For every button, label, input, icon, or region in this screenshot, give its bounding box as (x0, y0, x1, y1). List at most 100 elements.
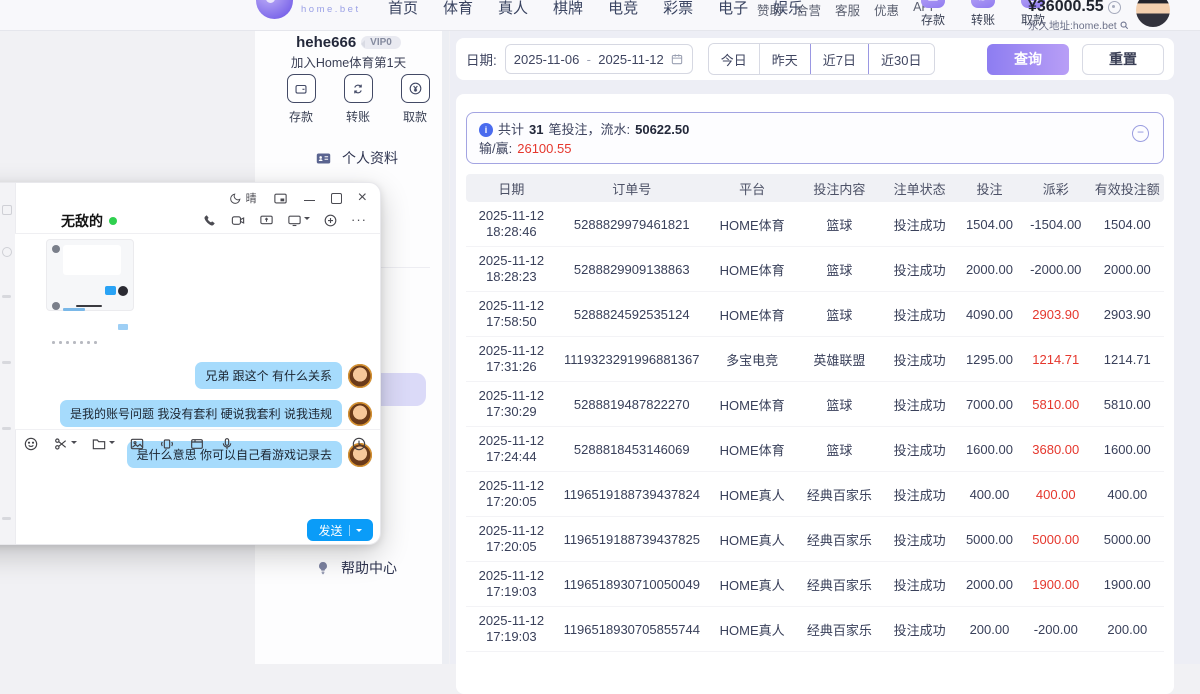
topbar-deposit-button[interactable]: 存款 (914, 0, 952, 28)
emoji-icon[interactable] (23, 436, 39, 452)
range-button-2[interactable]: 近7日 (810, 44, 868, 74)
minimize-icon[interactable] (304, 200, 315, 202)
reset-button[interactable]: 重置 (1082, 44, 1164, 75)
nav-item-0[interactable]: 首页 (388, 0, 418, 18)
rail-glyph (2, 295, 11, 298)
cell-payout: 1900.00 (1021, 577, 1091, 592)
moon-icon (229, 192, 242, 205)
cell-order-number: 5288829909138863 (557, 262, 707, 277)
image-icon[interactable] (129, 436, 145, 452)
cell-order-number: 1119323291996881367 (557, 352, 707, 367)
cell-valid-bet: 2000.00 (1091, 262, 1164, 277)
range-button-0[interactable]: 今日 (709, 44, 759, 74)
permanent-domain-note[interactable]: 永久地址:home.bet (1028, 18, 1130, 33)
calendar-icon (670, 52, 684, 66)
bet-table-body: 2025-11-1218:28:465288829979461821HOME体育… (466, 202, 1164, 652)
cell-valid-bet: 1900.00 (1091, 577, 1164, 592)
cell-valid-bet: 5810.00 (1091, 397, 1164, 412)
cell-date: 2025-11-1217:20:05 (466, 478, 557, 510)
nav-item-4[interactable]: 电竞 (608, 0, 638, 18)
screen-share-icon[interactable] (259, 213, 274, 228)
cell-payout: 1214.71 (1021, 352, 1091, 367)
cell-payout: -2000.00 (1021, 262, 1091, 277)
qq-chat-window[interactable]: 晴 无敌的 (0, 182, 381, 545)
maximize-icon[interactable] (331, 193, 342, 204)
send-button[interactable]: 发送 (307, 519, 373, 541)
link-item-3[interactable]: 优惠 (874, 0, 899, 19)
screenshot-dropdown[interactable] (53, 435, 77, 453)
sidebar-withdraw-button[interactable]: 取款 (395, 74, 435, 125)
date-range-input[interactable]: 2025-11-06 - 2025-11-12 (505, 44, 693, 74)
nav-item-2[interactable]: 真人 (498, 0, 528, 18)
microphone-icon[interactable] (219, 436, 235, 452)
time-value: 17:30:29 (466, 404, 557, 420)
sidebar-item-profile[interactable]: 个人资料 (315, 148, 398, 168)
video-call-icon[interactable] (230, 213, 246, 228)
add-app-icon[interactable] (323, 213, 338, 228)
more-icon[interactable] (351, 215, 367, 225)
sender-avatar[interactable] (348, 364, 372, 388)
range-button-1[interactable]: 昨天 (759, 44, 810, 74)
sent-screenshot-thumbnail[interactable] (46, 239, 134, 311)
message-box-icon[interactable] (189, 436, 205, 452)
transfer-icon (971, 0, 995, 8)
nav-item-5[interactable]: 彩票 (663, 0, 693, 18)
date-value: 2025-11-12 (466, 388, 557, 404)
window-shake-icon[interactable] (159, 436, 175, 452)
sender-avatar[interactable] (348, 402, 372, 426)
nav-item-1[interactable]: 体育 (443, 0, 473, 18)
filter-card: 日期: 2025-11-06 - 2025-11-12 今日昨天近7日近30日 … (456, 38, 1174, 80)
weather-widget[interactable]: 晴 (229, 190, 257, 206)
close-icon[interactable] (358, 192, 367, 204)
sidebar-deposit-button[interactable]: 存款 (281, 74, 321, 125)
collapse-summary-icon[interactable] (1132, 125, 1149, 142)
sidebar-scrollbar[interactable] (442, 30, 449, 664)
chat-message-bubble[interactable]: 兄弟 跟这个 有什么关系 (195, 362, 342, 389)
date-value: 2025-11-12 (466, 613, 557, 629)
cell-valid-bet: 2903.90 (1091, 307, 1164, 322)
cell-bet-amount: 2000.00 (958, 577, 1021, 592)
cell-payout: -1504.00 (1021, 217, 1091, 232)
remote-desktop-dropdown[interactable] (287, 211, 310, 229)
table-row: 2025-11-1217:20:051196519188739437825HOM… (466, 517, 1164, 562)
sidebar-transfer-button[interactable]: 转账 (338, 74, 378, 125)
contact-info[interactable]: 无敌的 (61, 211, 117, 231)
send-label: 发送 (318, 522, 342, 539)
chat-message-bubble[interactable]: 是我的账号问题 我没有套利 硬说我套利 说我违规 (60, 400, 342, 427)
cell-date: 2025-11-1217:31:26 (466, 343, 557, 375)
link-item-0[interactable]: 赞助 (757, 0, 782, 19)
date-value: 2025-11-12 (466, 478, 557, 494)
refresh-balance-icon[interactable] (1108, 1, 1121, 14)
cell-order-number: 5288824592535124 (557, 307, 707, 322)
nav-item-6[interactable]: 电子 (718, 0, 748, 18)
chat-titlebar[interactable]: 晴 (15, 183, 380, 207)
query-button[interactable]: 查询 (987, 44, 1069, 75)
nav-item-3[interactable]: 棋牌 (553, 0, 583, 18)
sidebar-item-label: 个人资料 (342, 148, 398, 168)
link-item-1[interactable]: 合营 (796, 0, 821, 19)
voice-call-icon[interactable] (202, 213, 217, 228)
range-button-3[interactable]: 近30日 (868, 44, 933, 74)
cell-platform: HOME真人 (707, 575, 798, 594)
cell-bet-content: 经典百家乐 (798, 485, 882, 504)
cell-date: 2025-11-1217:58:50 (466, 298, 557, 330)
cell-platform: HOME体育 (707, 440, 798, 459)
rail-glyph (2, 361, 11, 364)
link-item-2[interactable]: 客服 (835, 0, 860, 19)
date-end-value: 2025-11-12 (598, 52, 664, 67)
chat-message-area[interactable]: 兄弟 跟这个 有什么关系是我的账号问题 我没有套利 硬说我套利 说我违规是什么意… (15, 234, 380, 429)
cell-payout: 5810.00 (1021, 397, 1091, 412)
table-header-row: 日期订单号平台投注内容注单状态投注派彩有效投注额 (466, 174, 1164, 202)
account-balance: ¥36000.55 (1028, 0, 1130, 16)
cell-bet-content: 篮球 (798, 215, 882, 234)
pip-window-icon[interactable] (273, 191, 288, 206)
sidebar-item-help[interactable]: 帮助中心 (315, 558, 397, 578)
cell-order-status: 投注成功 (881, 575, 958, 594)
site-logo-ball-icon[interactable] (256, 0, 293, 19)
deposit-icon (921, 0, 945, 8)
topbar-transfer-button[interactable]: 转账 (964, 0, 1002, 28)
file-dropdown[interactable] (91, 435, 115, 453)
send-options-caret-icon[interactable] (356, 529, 362, 535)
user-avatar[interactable] (1136, 0, 1170, 27)
message-history-icon[interactable] (351, 436, 367, 452)
